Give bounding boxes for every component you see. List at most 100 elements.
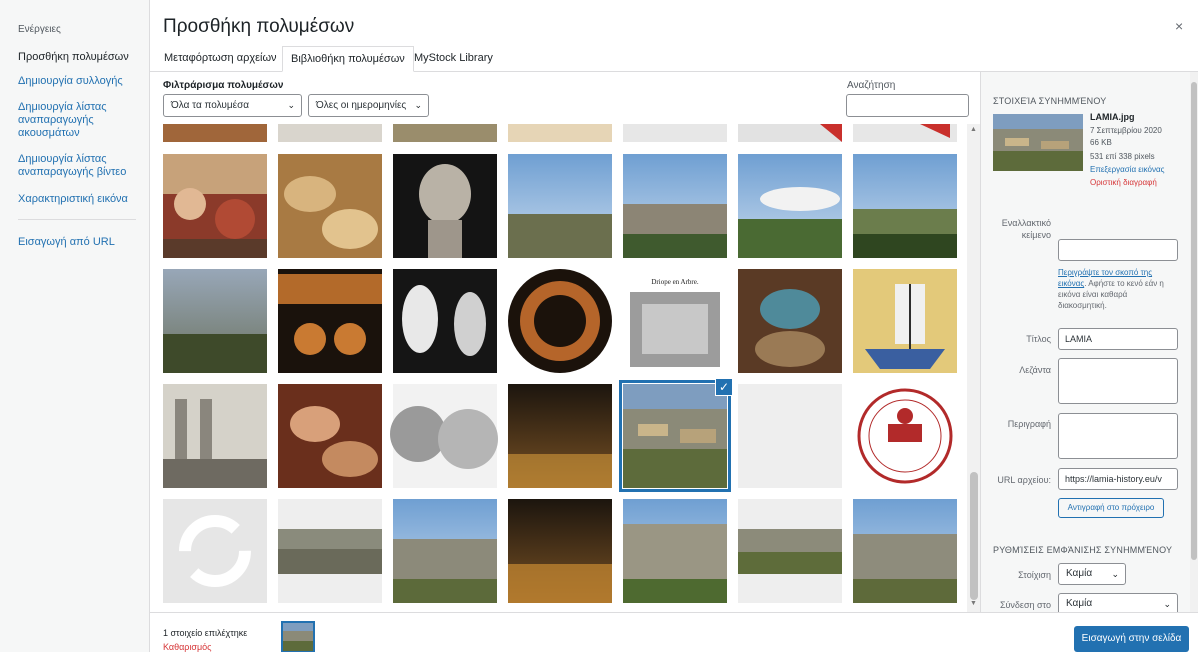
menu-item-featured-image[interactable]: Χαρακτηριστική εικόνα bbox=[18, 193, 140, 206]
thumb-dryope-engraving[interactable]: Driope en Arbre. bbox=[623, 269, 727, 373]
thumb-landscape-plain[interactable] bbox=[508, 154, 612, 258]
thumb-town-aerial-2[interactable] bbox=[738, 154, 842, 258]
chevron-down-icon: ⌄ bbox=[1111, 569, 1119, 579]
sidebar-scrollbar[interactable] bbox=[1190, 72, 1198, 612]
search-label: Αναζήτηση bbox=[847, 80, 896, 91]
attachment-size: 66 KB bbox=[1090, 138, 1112, 147]
menu-separator bbox=[18, 219, 136, 220]
scroll-down-icon[interactable]: ▼ bbox=[970, 600, 977, 607]
display-settings-heading: Ρυθμίσεις εμφάνισης συνημμένου bbox=[993, 545, 1173, 555]
thumb-university-seal[interactable] bbox=[853, 384, 957, 488]
description-label: Περιγραφή bbox=[1007, 419, 1051, 429]
tab-mystock[interactable]: MyStock Library bbox=[406, 46, 501, 72]
selected-check-icon[interactable]: ✓ bbox=[715, 378, 733, 396]
menu-item-video-playlist[interactable]: Δημιουργία λίστας αναπαραγωγής βίντεο bbox=[18, 153, 140, 179]
copy-url-button[interactable]: Αντιγραφή στο πρόχειρο bbox=[1058, 498, 1164, 518]
thumb-valley-haze[interactable] bbox=[163, 269, 267, 373]
date-select[interactable]: Όλες οι ημερομηνίες ⌄ bbox=[308, 94, 429, 117]
link-to-label: Σύνδεση στο bbox=[999, 600, 1051, 610]
attachments-grid: Driope en Arbre. ✓ bbox=[150, 124, 980, 612]
thumb-mythology-painting[interactable] bbox=[278, 384, 382, 488]
thumb-battle-painting[interactable] bbox=[163, 154, 267, 258]
alt-text-field[interactable] bbox=[1058, 239, 1178, 261]
title-label: Τίτλος bbox=[1026, 334, 1051, 344]
grid-scroll-thumb[interactable] bbox=[970, 472, 978, 600]
menu-item-add-media[interactable]: Προσθήκη πολυμέσων bbox=[18, 51, 140, 64]
attachment-preview bbox=[993, 114, 1083, 171]
selection-thumbnail[interactable] bbox=[281, 621, 315, 652]
menu-item-create-gallery[interactable]: Δημιουργία συλλογής bbox=[18, 75, 140, 88]
details-heading: Στοιχεία συνημμένου bbox=[993, 96, 1107, 106]
media-modal: Ενέργειες Προσθήκη πολυμέσων Δημιουργία … bbox=[0, 0, 1198, 652]
chevron-down-icon: ⌄ bbox=[414, 100, 422, 110]
menu-item-insert-from-url[interactable]: Εισαγωγή από URL bbox=[18, 236, 140, 249]
thumb-bw-vase-figures[interactable] bbox=[393, 269, 497, 373]
engraving-title: Driope en Arbre. bbox=[651, 278, 698, 286]
menu-item-audio-playlist[interactable]: Δημιουργία λίστας αναπαραγωγής ακουσμάτω… bbox=[18, 101, 140, 140]
thumb-panorama-3[interactable] bbox=[738, 499, 842, 603]
thumb-vase-partial[interactable] bbox=[393, 124, 497, 142]
edit-image-link[interactable]: Επεξεργασία εικόνας bbox=[1090, 165, 1164, 174]
thumb-hills-trees[interactable] bbox=[853, 154, 957, 258]
grid-scrollbar[interactable]: ▲ ▼ bbox=[967, 124, 981, 612]
caption-label: Λεζάντα bbox=[1019, 365, 1051, 375]
thumb-sketch-partial[interactable] bbox=[508, 124, 612, 142]
thumb-town-aerial-1[interactable] bbox=[623, 154, 727, 258]
media-type-select-value: Όλα τα πολυμέσα bbox=[171, 100, 250, 111]
thumb-panorama-2[interactable] bbox=[393, 499, 497, 603]
filter-label: Φιλτράρισμα πολυμέσων bbox=[163, 80, 284, 91]
thumb-blank[interactable] bbox=[738, 384, 842, 488]
menu-heading: Ενέργειες bbox=[18, 24, 61, 35]
scroll-up-icon[interactable]: ▲ bbox=[970, 126, 977, 133]
close-icon[interactable]: × bbox=[1175, 18, 1183, 34]
thumb-relief-sculpture[interactable] bbox=[278, 154, 382, 258]
alt-text-help: Περιγράψτε τον σκοπό της εικόνας. Αφήστε… bbox=[1058, 267, 1178, 311]
sidebar-scroll-thumb[interactable] bbox=[1191, 82, 1197, 560]
media-toolbar-footer: 1 στοιχείο επιλέχτηκε Καθαρισμός Εισαγωγ… bbox=[150, 612, 1198, 652]
tab-media-library[interactable]: Βιβλιοθήκη πολυμέσων bbox=[282, 46, 414, 72]
thumb-city-night-1[interactable] bbox=[508, 384, 612, 488]
thumb-panorama-4[interactable] bbox=[853, 499, 957, 603]
attachment-date: 7 Σεπτεμβρίου 2020 bbox=[1090, 126, 1162, 135]
selection-count: 1 στοιχείο επιλέχτηκε bbox=[163, 628, 248, 638]
link-to-select-value: Καμία bbox=[1066, 598, 1093, 609]
thumb-lamia-selected[interactable] bbox=[623, 384, 727, 488]
date-select-value: Όλες οι ημερομηνίες bbox=[316, 100, 407, 111]
modal-title: Προσθήκη πολυμέσων bbox=[163, 16, 355, 37]
thumb-town-aerial-3[interactable] bbox=[623, 499, 727, 603]
clear-selection-link[interactable]: Καθαρισμός bbox=[163, 642, 212, 652]
thumb-alexander-bust[interactable] bbox=[393, 154, 497, 258]
thumb-panorama-1[interactable] bbox=[278, 499, 382, 603]
attachment-filename: LAMIA.jpg bbox=[1090, 112, 1135, 122]
alignment-label: Στοίχιση bbox=[1018, 570, 1051, 580]
chevron-down-icon: ⌄ bbox=[1163, 599, 1171, 609]
thumb-ancient-coins[interactable] bbox=[390, 384, 498, 488]
router-tabs: Μεταφόρτωση αρχείων Βιβλιοθήκη πολυμέσων… bbox=[150, 46, 1198, 72]
attachment-dimensions: 531 επί 338 pixels bbox=[1090, 152, 1155, 161]
media-menu: Ενέργειες Προσθήκη πολυμέσων Δημιουργία … bbox=[0, 0, 150, 652]
thumb-fairy-painting[interactable] bbox=[738, 269, 842, 373]
chevron-down-icon: ⌄ bbox=[287, 100, 295, 110]
alignment-select-value: Καμία bbox=[1066, 568, 1093, 579]
thumb-loading-placeholder[interactable] bbox=[163, 499, 267, 603]
tab-upload[interactable]: Μεταφόρτωση αρχείων bbox=[156, 46, 285, 72]
thumb-warm-partial[interactable] bbox=[163, 124, 267, 142]
thumb-statue-partial[interactable] bbox=[278, 124, 382, 142]
thumb-greek-vase-frieze[interactable] bbox=[278, 269, 382, 373]
insert-into-page-button[interactable]: Εισαγωγή στην σελίδα bbox=[1074, 626, 1189, 652]
alignment-select[interactable]: Καμία ⌄ bbox=[1058, 563, 1126, 585]
attachment-details-sidebar: Στοιχεία συνημμένου LAMIA.jpg 7 Σεπτεμβρ… bbox=[980, 72, 1198, 615]
thumb-temple-engraving[interactable] bbox=[163, 384, 267, 488]
thumb-city-night-2[interactable] bbox=[508, 499, 612, 603]
media-type-select[interactable]: Όλα τα πολυμέσα ⌄ bbox=[163, 94, 302, 117]
delete-permanently-link[interactable]: Οριστική διαγραφή bbox=[1090, 178, 1157, 187]
file-url-field[interactable]: https://lamia-history.eu/v bbox=[1058, 468, 1178, 490]
attachments-thumbnails: Driope en Arbre. bbox=[163, 124, 957, 603]
description-field[interactable] bbox=[1058, 413, 1178, 459]
thumb-gray-partial[interactable] bbox=[623, 124, 727, 142]
thumb-kylix-plate[interactable] bbox=[508, 269, 612, 373]
title-field[interactable]: LAMIA bbox=[1058, 328, 1178, 350]
caption-field[interactable] bbox=[1058, 358, 1178, 404]
thumb-ship-fresco[interactable] bbox=[853, 269, 957, 373]
search-input[interactable] bbox=[846, 94, 969, 117]
